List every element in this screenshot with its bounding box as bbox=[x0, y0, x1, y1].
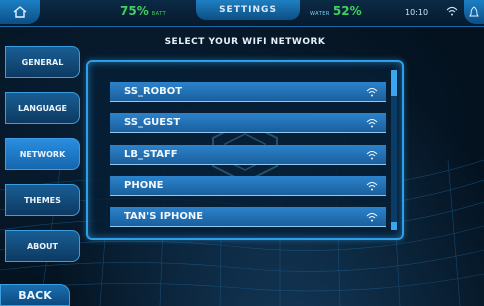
home-icon bbox=[13, 6, 27, 18]
sidebar-item-label: ABOUT bbox=[26, 241, 59, 251]
water-label: WATER bbox=[310, 11, 330, 17]
network-name: TAN'S IPHONE bbox=[124, 211, 204, 222]
wifi-network-panel: SS_ROBOT SS_GUEST LB_STAFF PHONE TAN'S I… bbox=[86, 60, 404, 240]
wifi-icon bbox=[366, 181, 378, 190]
sidebar-item-label: NETWORK bbox=[19, 149, 66, 159]
battery-label: BATT bbox=[151, 11, 167, 17]
screen-title: SETTINGS bbox=[196, 0, 300, 20]
clock: 10:10 bbox=[405, 8, 429, 17]
scrollbar[interactable] bbox=[391, 70, 397, 230]
scrollbar-end-marker bbox=[391, 222, 397, 230]
wifi-network-row[interactable]: TAN'S IPHONE bbox=[110, 207, 386, 227]
battery-percent: 75% bbox=[120, 4, 149, 18]
sidebar-item-about[interactable]: ABOUT bbox=[5, 230, 80, 262]
battery-status: 75% BATT bbox=[120, 4, 166, 18]
home-button[interactable] bbox=[0, 0, 40, 24]
scrollbar-thumb[interactable] bbox=[391, 70, 397, 96]
sidebar-item-language[interactable]: LANGUAGE bbox=[5, 92, 80, 124]
network-name: SS_GUEST bbox=[124, 117, 181, 128]
water-status: WATER 52% bbox=[310, 4, 362, 18]
sidebar-item-label: THEMES bbox=[24, 195, 61, 205]
sidebar-item-label: LANGUAGE bbox=[17, 103, 68, 113]
wifi-network-row[interactable]: SS_ROBOT bbox=[110, 82, 386, 102]
wifi-icon bbox=[366, 212, 378, 221]
network-name: LB_STAFF bbox=[124, 149, 178, 160]
wifi-network-row[interactable]: PHONE bbox=[110, 176, 386, 196]
panel-title: SELECT YOUR WIFI NETWORK bbox=[164, 37, 326, 47]
wifi-network-row[interactable]: SS_GUEST bbox=[110, 113, 386, 133]
sidebar-item-network[interactable]: NETWORK bbox=[5, 138, 80, 170]
network-name: PHONE bbox=[124, 180, 164, 191]
sidebar-item-general[interactable]: GENERAL bbox=[5, 46, 80, 78]
wifi-icon bbox=[366, 87, 378, 96]
water-percent: 52% bbox=[332, 4, 362, 18]
back-button[interactable]: BACK bbox=[0, 284, 70, 306]
wifi-icon bbox=[446, 6, 458, 16]
wifi-icon bbox=[366, 150, 378, 159]
sidebar-item-label: GENERAL bbox=[21, 57, 64, 67]
alert-icon bbox=[469, 6, 479, 17]
top-status-bar: 75% BATT SETTINGS WATER 52% 10:10 bbox=[0, 0, 484, 27]
wifi-icon bbox=[366, 118, 378, 127]
alert-button[interactable] bbox=[464, 0, 484, 24]
wifi-network-row[interactable]: LB_STAFF bbox=[110, 145, 386, 165]
sidebar-item-themes[interactable]: THEMES bbox=[5, 184, 80, 216]
network-name: SS_ROBOT bbox=[124, 86, 183, 97]
